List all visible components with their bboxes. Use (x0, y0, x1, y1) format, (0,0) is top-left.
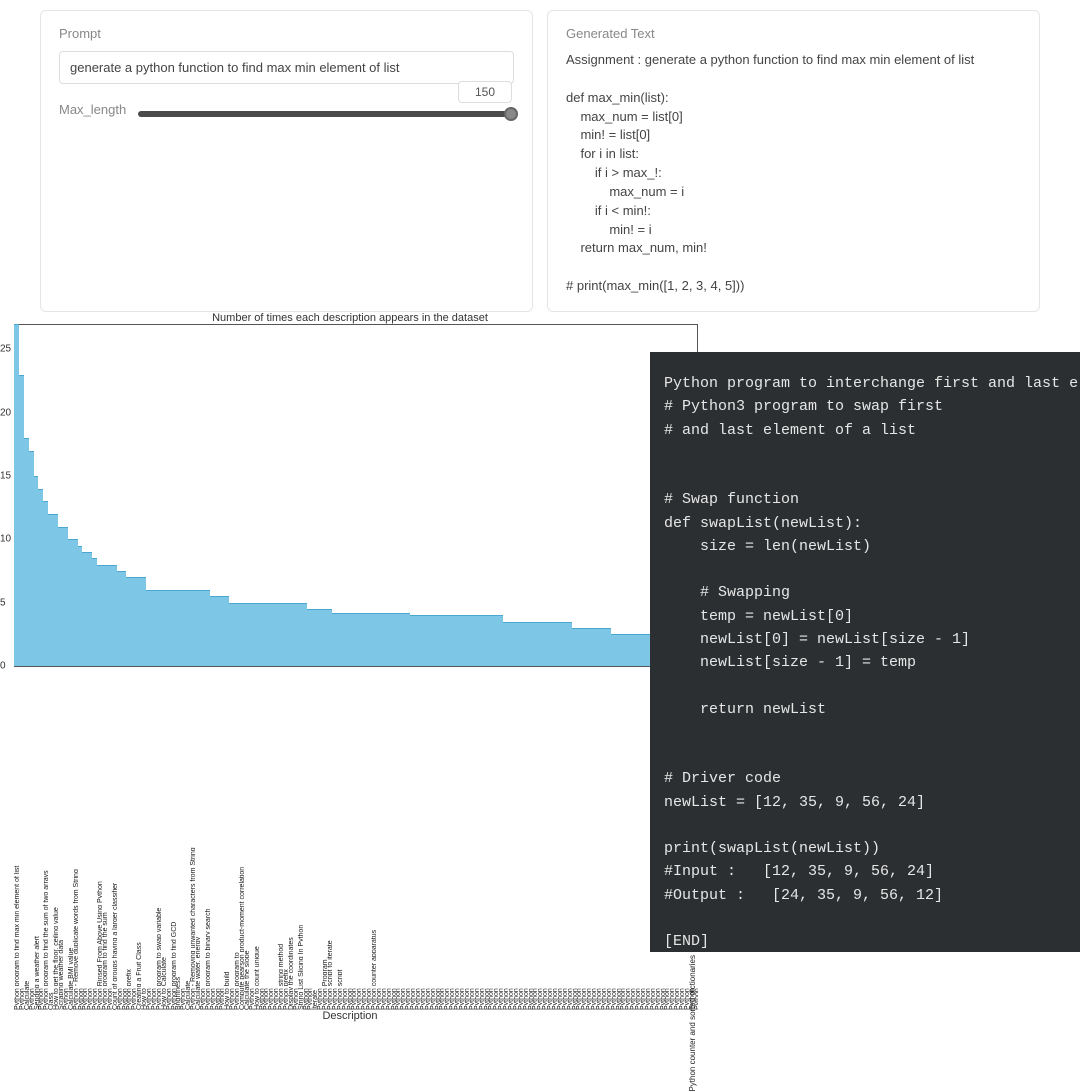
generated-text: Assignment : generate a python function … (566, 51, 1021, 296)
chart-bars (14, 324, 698, 666)
max-length-label: Max_length (59, 102, 126, 117)
chart-x-labels: Python program to find max min element o… (14, 670, 698, 1010)
chart-x-label: Python (430, 670, 435, 1010)
chart-x-label: Python (166, 670, 171, 1010)
chart-x-label: Python (200, 670, 205, 1010)
chart-x-label: Python (523, 670, 528, 1010)
max-length-slider-wrap: 150 (138, 103, 514, 117)
chart-area: Number of times each description appears… (0, 312, 700, 1022)
chart-x-label: Python (474, 670, 479, 1010)
chart-x-label: Calculate BMI value (68, 670, 73, 1010)
chart-x-label: Python - Remove duplicate words from Str… (73, 670, 78, 1010)
chart-x-label: Python (425, 670, 430, 1010)
generated-label: Generated Text (566, 26, 1021, 41)
chart-x-label: Python (293, 670, 298, 1010)
max-length-row: Max_length 150 (59, 102, 514, 117)
chart-y-tick: 5 (0, 597, 6, 608)
chart-x-label: Python program to swap variable (156, 670, 161, 1010)
chart-x-label: Python (513, 670, 518, 1010)
chart-x-label: Python (606, 670, 611, 1010)
chart-x-label: Calculate (24, 670, 29, 1010)
chart-y-tick: 0 (0, 661, 6, 672)
dark-code-panel: Python program to interchange first and … (650, 352, 1080, 952)
prompt-label: Prompt (59, 26, 514, 41)
chart-x-label: Count of groups having a larger classifi… (112, 670, 117, 1010)
chart-x-label: How to count unique (254, 670, 259, 1010)
chart-x-label: Python (567, 670, 572, 1010)
chart-x-label: Python (469, 670, 474, 1010)
chart-x-label: Python (381, 670, 386, 1010)
top-panel-row: Prompt Max_length 150 Generated Text Ass… (0, 0, 1080, 312)
chart-x-label: Python (479, 670, 484, 1010)
chart-x-label: Python script (337, 670, 342, 1010)
chart-x-label: Python (342, 670, 347, 1010)
chart-y-tick: 15 (0, 471, 11, 482)
chart-x-label: Python program to binary search (205, 670, 210, 1010)
chart-x-label: Python (210, 670, 215, 1010)
chart-x-label: Python (386, 670, 391, 1010)
chart-title: Number of times each description appears… (0, 312, 700, 324)
chart-x-label: Python (611, 670, 616, 1010)
chart-x-label: Python (518, 670, 523, 1010)
chart-x-label: Python (29, 670, 34, 1010)
generated-card: Generated Text Assignment : generate a p… (547, 10, 1040, 312)
prompt-card: Prompt Max_length 150 (40, 10, 533, 312)
max-length-slider[interactable] (138, 111, 514, 117)
chart-x-label: Python (249, 670, 254, 1010)
chart-y-tick: 20 (0, 407, 11, 418)
slider-thumb[interactable] (504, 107, 518, 121)
chart-x-label: Python (562, 670, 567, 1010)
chart-x-label: Python (117, 670, 122, 1010)
max-length-value: 150 (458, 81, 512, 103)
side-vertical-label: Python counter and sorted dictionaries (688, 955, 697, 1092)
chart-y-tick: 10 (0, 534, 11, 545)
prompt-input[interactable] (59, 51, 514, 84)
chart-x-label: String List Slicing In Python (298, 670, 303, 1010)
chart-x-label: How to Calculate (161, 670, 166, 1010)
chart-y-tick: 25 (0, 344, 11, 355)
chart-x-title: Description (0, 1010, 700, 1022)
chart-x-axis (14, 666, 698, 667)
